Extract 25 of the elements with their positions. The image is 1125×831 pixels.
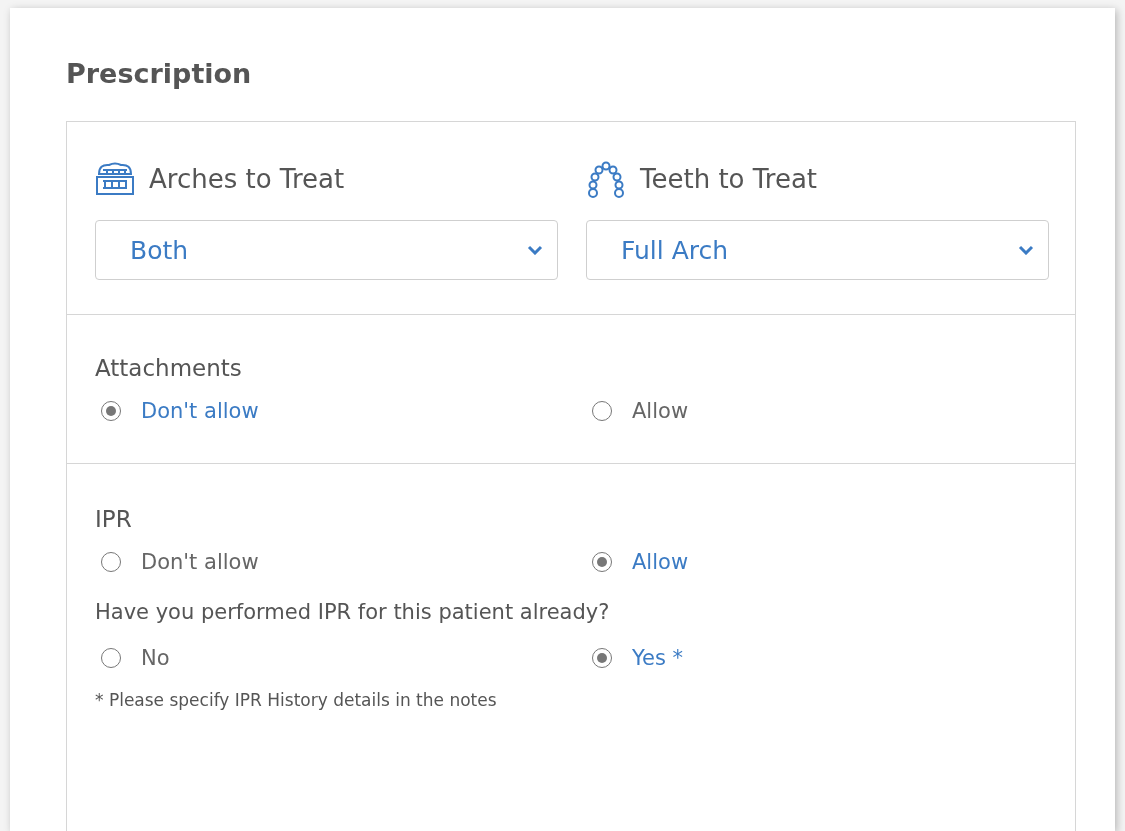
- question-text: Have you performed IPR for this patient already?: [95, 600, 611, 624]
- field-label: Arches to Treat: [149, 164, 345, 194]
- field-label: Teeth to Treat: [640, 164, 818, 194]
- chevron-down-icon: [1018, 245, 1034, 255]
- dentures-icon: [95, 160, 135, 198]
- dropdown-select[interactable]: Full Arch: [586, 220, 1049, 280]
- option-label: Don't allow: [141, 399, 259, 423]
- group-label: IPR: [95, 506, 133, 532]
- radio-option[interactable]: Allow: [586, 550, 1049, 574]
- option-label: Allow: [632, 399, 689, 423]
- option-label: Yes *: [632, 646, 684, 670]
- option-label: Don't allow: [141, 550, 259, 574]
- option-label: Allow: [632, 550, 689, 574]
- radio-option[interactable]: Yes *: [586, 646, 1049, 670]
- group-label: Attachments: [95, 355, 243, 381]
- section-title: Prescription: [66, 58, 253, 89]
- radio-option[interactable]: Don't allow: [95, 399, 558, 423]
- footnote-text: * Please specify IPR History details in the notes: [95, 690, 498, 710]
- radio-option[interactable]: Allow: [586, 399, 1049, 423]
- radio-option[interactable]: No: [95, 646, 558, 670]
- dropdown-select[interactable]: Both: [95, 220, 558, 280]
- chevron-down-icon: [527, 245, 543, 255]
- teeth-arch-icon: [586, 160, 626, 198]
- radio-option[interactable]: Don't allow: [95, 550, 558, 574]
- option-label: No: [141, 646, 170, 670]
